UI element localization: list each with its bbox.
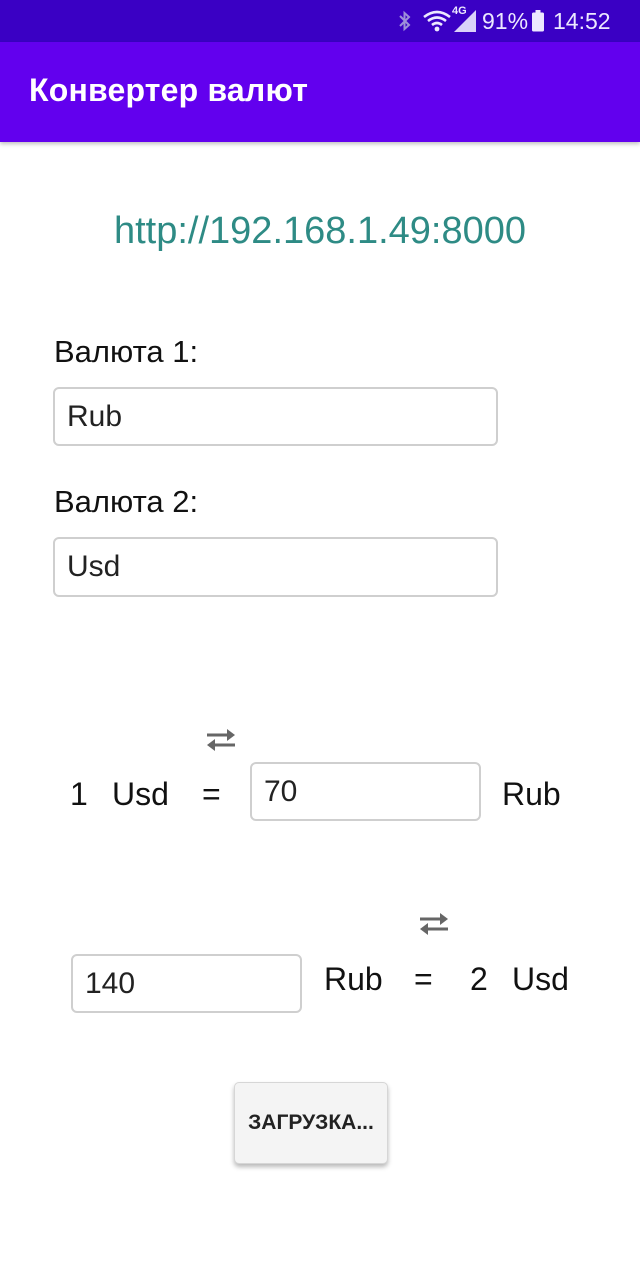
conversion1-amount: 1 [70,776,88,812]
currency1-input[interactable] [53,387,498,446]
wifi-icon [422,0,452,42]
conversion2-result-currency: Usd [512,961,569,997]
app-bar: Конвертер валют [0,42,640,142]
load-button[interactable]: ЗАГРУЗКА... [234,1082,388,1164]
network-type-label: 4G [452,5,467,17]
battery-percent: 91% [482,7,529,34]
server-url: http://192.168.1.49:8000 [113,210,527,252]
swap-icon[interactable] [416,910,452,938]
currency2-input[interactable] [53,537,498,597]
currency2-label: Валюта 2: [54,484,199,519]
conversion2-equals: = [414,961,433,997]
bluetooth-icon [397,0,413,42]
conversion2-amount-input[interactable] [71,954,302,1013]
conversion1-currency: Usd [112,776,169,812]
app-title: Конвертер валют [29,72,309,108]
conversion1-result-currency: Rub [502,776,561,812]
conversion1-rate-input[interactable] [250,762,481,821]
currency1-label: Валюта 1: [54,334,199,369]
clock-time: 14:52 [553,7,611,34]
conversion2-input-currency: Rub [324,961,383,997]
conversion2-result-amount: 2 [470,961,488,997]
conversion1-equals: = [202,776,221,812]
status-bar: 4G 91% 14:52 [0,0,640,42]
swap-icon[interactable] [203,726,239,754]
battery-icon [531,0,545,42]
